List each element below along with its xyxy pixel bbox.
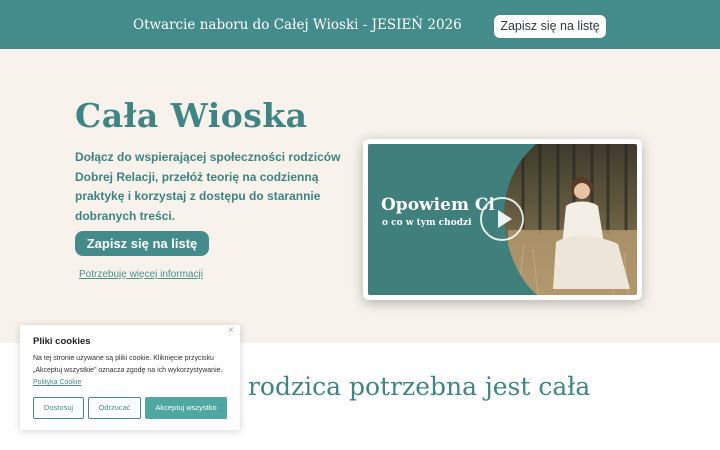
close-icon[interactable]: × xyxy=(228,325,234,336)
video-card: Opowiem Ci o co w tym chodzi xyxy=(363,139,642,300)
cookie-title: Pliki cookies xyxy=(33,336,91,347)
announcement-bar: Otwarcie naboru do Całej Wioski - JESIEŃ… xyxy=(0,0,720,49)
cookie-text: Na tej stronie używane są pliki cookie. … xyxy=(33,353,231,389)
topbar-signup-button[interactable]: Zapisz się na listę xyxy=(494,15,606,38)
cookie-policy-link[interactable]: Polityka Cookie xyxy=(33,379,81,386)
cookie-body-text: Na tej stronie używane są pliki cookie. … xyxy=(33,355,223,374)
video-title: Opowiem Ci xyxy=(381,195,495,215)
hero-signup-button[interactable]: Zapisz się na listę xyxy=(75,231,209,256)
hero-description: Dołącz do wspierającej społeczności rodz… xyxy=(75,150,341,223)
cookie-reject-button[interactable]: Odrzucać xyxy=(88,397,141,419)
video-subtitle: o co w tym chodzi xyxy=(382,218,472,228)
announcement-text: Otwarcie naboru do Całej Wioski - JESIEŃ… xyxy=(133,17,462,33)
section-heading: ć rodzica potrzebna jest cała xyxy=(226,372,591,401)
cookie-banner: × Pliki cookies Na tej stronie używane s… xyxy=(20,325,240,430)
more-info-link[interactable]: Potrzebuję więcej informacji xyxy=(79,269,203,280)
cookie-customize-button[interactable]: Dostosuj xyxy=(33,397,84,419)
cookie-accept-button[interactable]: Akceptuj wszystko xyxy=(145,397,227,419)
video-player[interactable]: Opowiem Ci o co w tym chodzi xyxy=(368,144,637,295)
page-title: Cała Wioska xyxy=(75,96,308,135)
play-icon[interactable] xyxy=(480,197,524,241)
